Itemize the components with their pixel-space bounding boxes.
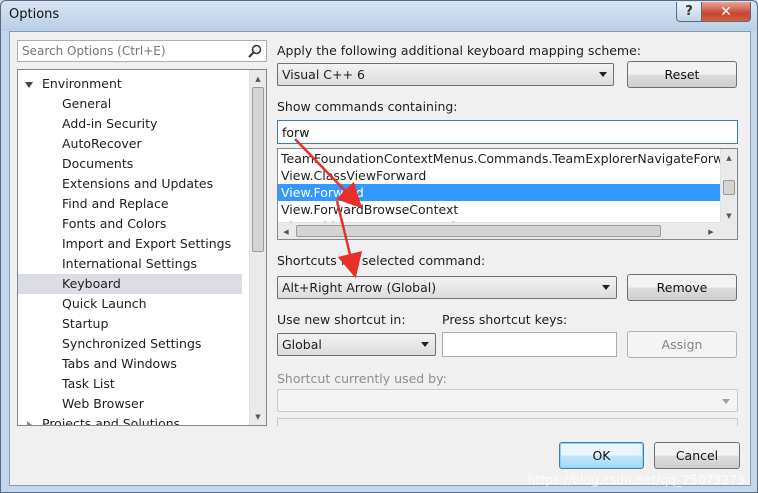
close-icon: ✕ — [720, 3, 732, 20]
scroll-up-button[interactable]: ▲ — [250, 70, 266, 87]
tree-item[interactable]: Import and Export Settings — [18, 234, 242, 254]
press-shortcut-keys-label: Press shortcut keys: — [442, 312, 568, 327]
show-commands-label: Show commands containing: — [277, 99, 458, 114]
cancel-button[interactable]: Cancel — [654, 442, 740, 469]
close-button[interactable]: ✕ — [701, 2, 751, 22]
tree-item[interactable]: Quick Launch — [18, 294, 242, 314]
tree-item[interactable]: Extensions and Updates — [18, 174, 242, 194]
command-filter-input[interactable] — [277, 120, 738, 144]
use-shortcut-in-label: Use new shortcut in: — [277, 312, 406, 327]
scrollbar-corner — [720, 222, 737, 239]
tree-item[interactable]: Add-in Security — [18, 114, 242, 134]
tree-item-label: Projects and Solutions — [42, 416, 181, 426]
tree-item-label: Tabs and Windows — [62, 356, 177, 371]
scroll-thumb[interactable] — [252, 87, 264, 252]
reset-button[interactable]: Reset — [627, 61, 737, 88]
window-title: Options — [9, 7, 60, 22]
search-box[interactable] — [17, 40, 267, 62]
command-list[interactable]: View.ObjectBrowserForwardView.ForwardBro… — [277, 148, 738, 240]
tree-item-label: Add-in Security — [62, 116, 158, 131]
command-list-item[interactable]: View.ClassViewForward — [278, 167, 721, 184]
command-list-item[interactable]: View.ForwardBrowseContext — [278, 201, 721, 218]
command-list-horizontal-scrollbar[interactable]: ◀ ▶ — [278, 222, 721, 239]
title-bar[interactable]: Options ? ✕ — [1, 1, 757, 31]
remove-button[interactable]: Remove — [627, 274, 737, 301]
tree-item-label: International Settings — [62, 256, 198, 271]
scroll-thumb[interactable] — [723, 180, 735, 195]
shortcuts-value: Alt+Right Arrow (Global) — [282, 280, 437, 295]
tree-item[interactable]: Environment — [18, 74, 242, 94]
mapping-scheme-value: Visual C++ 6 — [282, 67, 365, 82]
tree-item-label: Startup — [62, 316, 109, 331]
tree-item[interactable]: Startup — [18, 314, 242, 334]
tree-item[interactable]: General — [18, 94, 242, 114]
tree-item-label: Environment — [42, 76, 122, 91]
shortcuts-dropdown[interactable]: Alt+Right Arrow (Global) — [277, 276, 617, 299]
tree-item[interactable]: Documents — [18, 154, 242, 174]
scroll-thumb[interactable] — [296, 225, 661, 237]
search-icon — [248, 44, 262, 58]
chevron-down-icon — [722, 399, 730, 404]
scroll-up-button[interactable]: ▲ — [721, 149, 737, 166]
assign-button[interactable]: Assign — [627, 331, 737, 358]
tree-item[interactable]: Find and Replace — [18, 194, 242, 214]
tree-item[interactable]: Keyboard — [18, 274, 242, 294]
collapsed-arrow-icon[interactable] — [27, 421, 32, 425]
scroll-left-button[interactable]: ◀ — [278, 223, 294, 239]
tree-item-label: Extensions and Updates — [62, 176, 214, 191]
tree-item[interactable]: Tabs and Windows — [18, 354, 242, 374]
shortcuts-label: Shortcuts for selected command: — [277, 253, 486, 268]
tree-item-label: Import and Export Settings — [62, 236, 232, 251]
use-shortcut-in-dropdown[interactable]: Global — [277, 333, 436, 356]
scroll-right-button[interactable]: ▶ — [703, 223, 719, 239]
command-list-item[interactable]: TeamFoundationContextMenus.Commands.Team… — [278, 150, 721, 167]
watermark-text: https://blog.csdn.net/qq_25073273 — [527, 473, 745, 487]
tree-item[interactable]: Fonts and Colors — [18, 214, 242, 234]
tree-item[interactable]: Task List — [18, 374, 242, 394]
mapping-scheme-dropdown[interactable]: Visual C++ 6 — [277, 63, 614, 86]
chevron-down-icon — [602, 285, 610, 290]
tree-item[interactable]: AutoRecover — [18, 134, 242, 154]
ok-button[interactable]: OK — [559, 442, 644, 469]
scroll-down-button[interactable]: ▼ — [250, 408, 266, 425]
tree-item-label: Synchronized Settings — [62, 336, 202, 351]
tree-item-label: AutoRecover — [62, 136, 142, 151]
tree-item[interactable]: Web Browser — [18, 394, 242, 414]
tree-item[interactable]: Synchronized Settings — [18, 334, 242, 354]
expanded-arrow-icon[interactable] — [25, 82, 33, 88]
tree-item-label: Quick Launch — [62, 296, 147, 311]
tree-item-label: Keyboard — [62, 276, 121, 291]
dialog-body: ▲ ▼ Environment General Add-in Security Aut… — [9, 31, 751, 486]
chevron-down-icon — [421, 342, 429, 347]
command-list-item[interactable]: View.Forward — [278, 184, 721, 201]
tree-item-label: Documents — [62, 156, 134, 171]
command-list-vertical-scrollbar[interactable]: ▲ ▼ — [720, 149, 737, 224]
options-dialog: Options ? ✕ ▲ ▼ Environment General Add-in… — [0, 0, 758, 493]
tree-item-label: Find and Replace — [62, 196, 169, 211]
tree-item[interactable]: Projects and Solutions — [18, 414, 242, 426]
group-divider — [277, 418, 738, 426]
use-shortcut-in-value: Global — [282, 337, 322, 352]
tree-item-label: Web Browser — [62, 396, 144, 411]
tree-item-label: Task List — [62, 376, 115, 391]
chevron-down-icon — [599, 72, 607, 77]
shortcut-used-by-dropdown[interactable] — [277, 389, 738, 412]
search-input[interactable] — [18, 41, 242, 61]
tree-item[interactable]: International Settings — [18, 254, 242, 274]
press-shortcut-keys-input[interactable] — [442, 332, 617, 357]
help-icon: ? — [685, 4, 693, 19]
tree-item-label: Fonts and Colors — [62, 216, 167, 231]
mapping-scheme-label: Apply the following additional keyboard … — [277, 43, 642, 58]
tree-vertical-scrollbar[interactable]: ▲ ▼ — [249, 70, 266, 425]
options-tree[interactable]: ▲ ▼ Environment General Add-in Security Aut… — [17, 69, 267, 426]
tree-item-label: General — [62, 96, 112, 111]
help-button[interactable]: ? — [676, 2, 702, 22]
shortcut-used-by-label: Shortcut currently used by: — [277, 371, 447, 386]
